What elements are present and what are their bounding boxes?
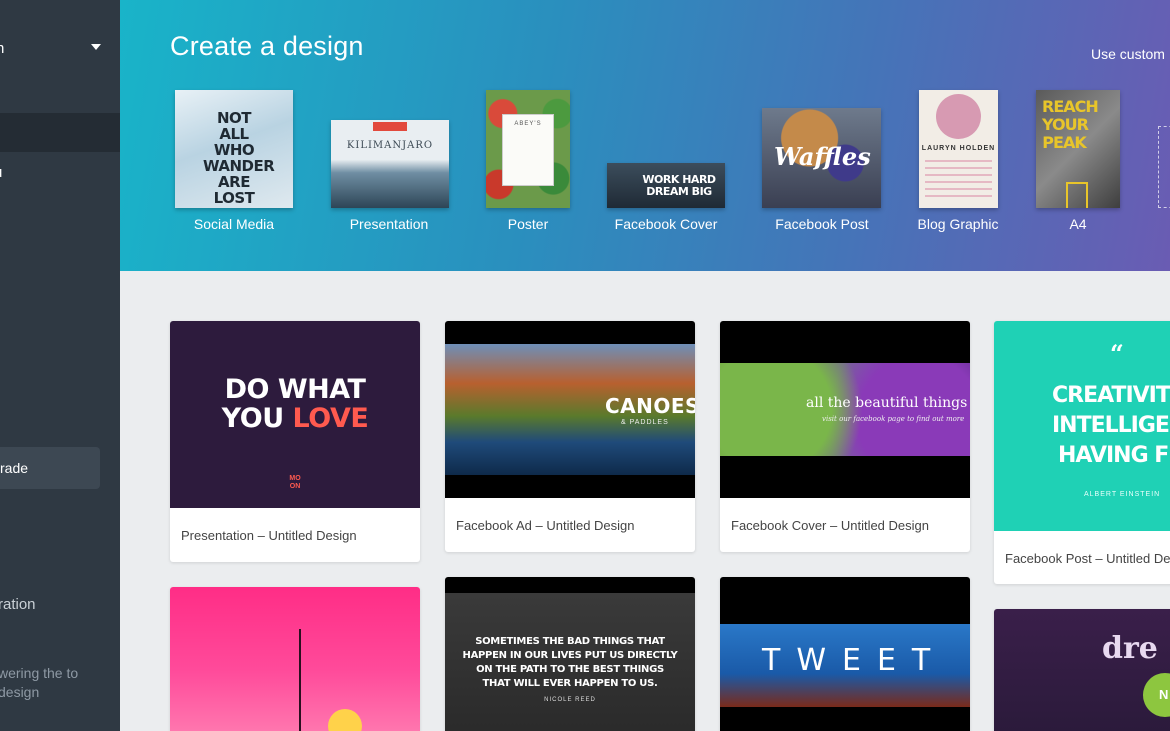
design-thumbnail[interactable]: “ CREATIVITY INTELLIGENC HAVING FU ALBER… [994, 321, 1170, 531]
thumb-sub: & PADDLES [621, 419, 669, 426]
design-thumbnail[interactable]: dre [994, 609, 1170, 731]
social-media-thumbnail[interactable]: NOT ALL WHO WANDER ARE LOST [175, 90, 293, 208]
presentation-thumbnail[interactable]: KILIMANJARO [331, 120, 449, 208]
thumb-small-text: MO ON [289, 475, 301, 490]
design-thumbnail[interactable]: all the beautiful things visit our faceb… [720, 321, 970, 498]
thumb-header-text [170, 351, 420, 353]
design-card-quote[interactable]: SOMETIMES THE BAD THINGS THAT HAPPEN IN … [445, 577, 695, 731]
poster-thumbnail[interactable]: ABEY'S [486, 90, 570, 208]
design-thumbnail[interactable] [170, 587, 420, 731]
thumb-title: CANOES [605, 394, 695, 418]
thumb-mast [299, 629, 301, 731]
design-card-dream[interactable]: dre [994, 609, 1170, 731]
thumb-title: dre [1102, 631, 1158, 666]
upgrade-button[interactable]: rade [0, 447, 100, 489]
thumb-text: ABEY'S [514, 121, 542, 127]
chevron-down-icon[interactable] [91, 44, 101, 50]
sidebar-blurb: wering the to design [0, 665, 79, 700]
design-type-label[interactable]: Presentation [350, 216, 429, 232]
account-name[interactable]: n [0, 40, 4, 57]
design-type-label[interactable]: Social Media [194, 216, 274, 232]
thumb-text: REACH YOUR PEAK [1042, 97, 1099, 152]
sidebar-item[interactable]: u [0, 164, 2, 181]
facebook-post-thumbnail[interactable]: Waffles [762, 108, 881, 208]
thumb-avatar [936, 94, 981, 139]
facebook-cover-thumbnail[interactable]: WORK HARD DREAM BIG [607, 163, 725, 208]
thumb-text: Waffles [774, 142, 871, 171]
page-title: Create a design [170, 31, 364, 61]
thumb-lines [925, 160, 992, 202]
thumb-quote: SOMETIMES THE BAD THINGS THAT HAPPEN IN … [462, 636, 678, 689]
thumb-author: NICOLE REED [544, 697, 596, 703]
blog-graphic-thumbnail[interactable]: LAURYN HOLDEN [919, 90, 998, 208]
thumb-text: KILIMANJARO [346, 140, 434, 151]
design-caption[interactable]: Facebook Cover – Untitled Design [731, 518, 929, 533]
design-card-sunset[interactable] [170, 587, 420, 731]
design-type-label[interactable]: Blog Graphic [918, 216, 999, 232]
design-type-label[interactable]: Poster [508, 216, 548, 232]
design-card-facebook-ad[interactable]: CANOES & PADDLES Facebook Ad – Untitled … [445, 321, 695, 552]
design-thumbnail[interactable]: CANOES & PADDLES [445, 321, 695, 498]
custom-dimensions-tile[interactable] [1158, 126, 1170, 208]
thumb-sub: visit our facebook page to find out more [822, 415, 965, 423]
thumb-text: LAURYN HOLDEN [921, 145, 996, 152]
thumb-author: ALBERT EINSTEIN [1084, 491, 1161, 498]
thumb-line1: CREATIVITY [1052, 383, 1170, 408]
design-thumbnail[interactable]: TWEET [720, 577, 970, 731]
design-type-label[interactable]: Facebook Cover [615, 216, 718, 232]
design-thumbnail[interactable]: SOMETIMES THE BAD THINGS THAT HAPPEN IN … [445, 577, 695, 731]
create-design-header: Create a design Use custom NOT ALL WHO W… [120, 0, 1170, 271]
thumb-line3: HAVING FU [1058, 443, 1170, 468]
design-card-presentation[interactable]: DO WHAT YOU LOVE MO ON Presentation – Un… [170, 321, 420, 562]
thumb-line2a: YOU [221, 403, 293, 434]
quote-icon: “ [1110, 339, 1124, 368]
a4-thumbnail[interactable]: REACH YOUR PEAK [1036, 90, 1120, 208]
design-type-label[interactable]: Facebook Post [775, 216, 868, 232]
sidebar: n u rade ration wering the to design [0, 0, 120, 731]
design-card-tweet[interactable]: TWEET [720, 577, 970, 731]
thumb-text: WORK HARD DREAM BIG [642, 173, 716, 198]
thumb-line2: INTELLIGENC [1052, 413, 1170, 438]
thumb-title: all the beautiful things [806, 395, 968, 411]
sidebar-item-collaboration[interactable]: ration [0, 596, 36, 613]
design-thumbnail[interactable]: DO WHAT YOU LOVE MO ON [170, 321, 420, 508]
thumb-title: TWEET [762, 643, 947, 678]
poster-frame: ABEY'S [502, 114, 554, 186]
thumb-line2b: LOVE [292, 403, 369, 434]
thumb-sun [328, 709, 362, 731]
thumb-box [1066, 182, 1088, 208]
design-caption[interactable]: Presentation – Untitled Design [181, 528, 357, 543]
design-caption[interactable]: Facebook Post – Untitled De [1005, 551, 1170, 566]
design-type-label[interactable]: A4 [1069, 216, 1086, 232]
design-card-facebook-cover[interactable]: all the beautiful things visit our faceb… [720, 321, 970, 552]
thumb-line2: YOU LOVE [170, 403, 420, 434]
thumb-text: NOT ALL WHO WANDER ARE LOST [203, 109, 275, 207]
thumb-line1: DO WHAT [224, 374, 366, 405]
design-card-facebook-post[interactable]: “ CREATIVITY INTELLIGENC HAVING FU ALBER… [994, 321, 1170, 584]
sidebar-item-active[interactable] [0, 113, 120, 152]
use-custom-dimensions-link[interactable]: Use custom [1091, 46, 1165, 62]
thumb-badge [373, 122, 407, 131]
design-caption[interactable]: Facebook Ad – Untitled Design [456, 518, 635, 533]
